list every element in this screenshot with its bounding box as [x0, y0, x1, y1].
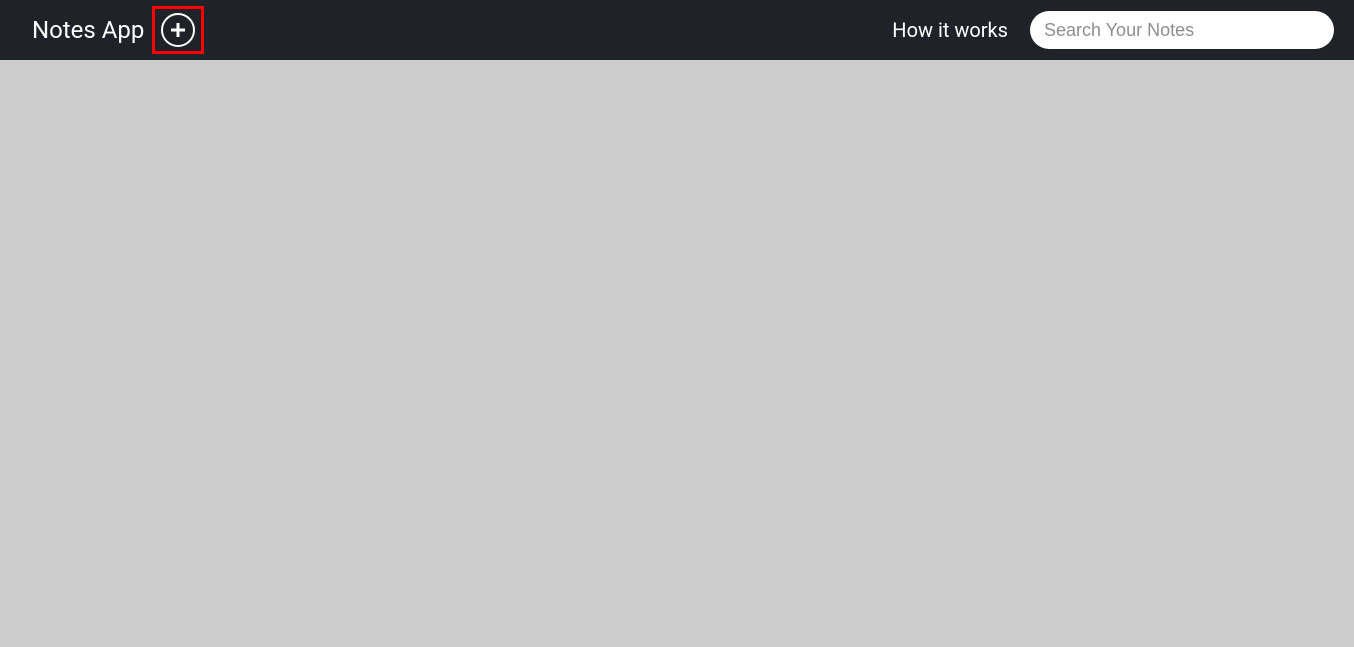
plus-icon	[170, 22, 186, 38]
add-note-button[interactable]	[161, 13, 195, 47]
app-title: Notes App	[32, 16, 144, 44]
notes-content-area	[0, 60, 1354, 647]
how-it-works-link[interactable]: How it works	[892, 18, 1008, 42]
header-right: How it works	[892, 11, 1334, 49]
add-note-highlight	[152, 6, 204, 54]
search-input[interactable]	[1030, 11, 1334, 49]
app-header: Notes App How it works	[0, 0, 1354, 60]
header-left: Notes App	[32, 6, 204, 54]
